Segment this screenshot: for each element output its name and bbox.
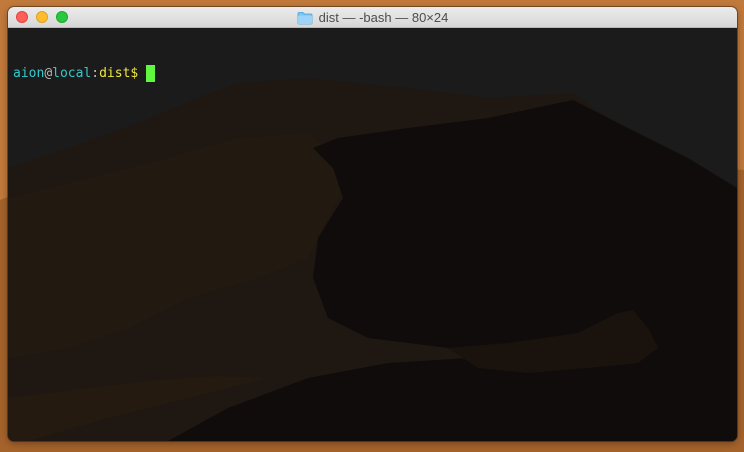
folder-icon [297, 11, 313, 24]
prompt-host: local [52, 66, 92, 81]
window-title: dist — -bash — 80×24 [8, 7, 737, 28]
text-cursor[interactable] [146, 65, 156, 82]
terminal-window[interactable]: dist — -bash — 80×24 aion @ local: dist $ [8, 7, 737, 441]
terminal-output: aion @ local: dist $ [13, 31, 156, 116]
prompt-line: aion @ local: dist $ [13, 65, 156, 82]
prompt-directory: dist [99, 66, 131, 81]
prompt-symbol: $ [130, 66, 139, 81]
prompt-user: aion [13, 66, 45, 81]
terminal-area[interactable]: aion @ local: dist $ [8, 28, 737, 441]
prompt-colon: : [91, 66, 100, 81]
prompt-at: @ [44, 66, 53, 81]
window-title-text: dist — -bash — 80×24 [318, 10, 449, 25]
title-bar[interactable]: dist — -bash — 80×24 [8, 7, 737, 28]
